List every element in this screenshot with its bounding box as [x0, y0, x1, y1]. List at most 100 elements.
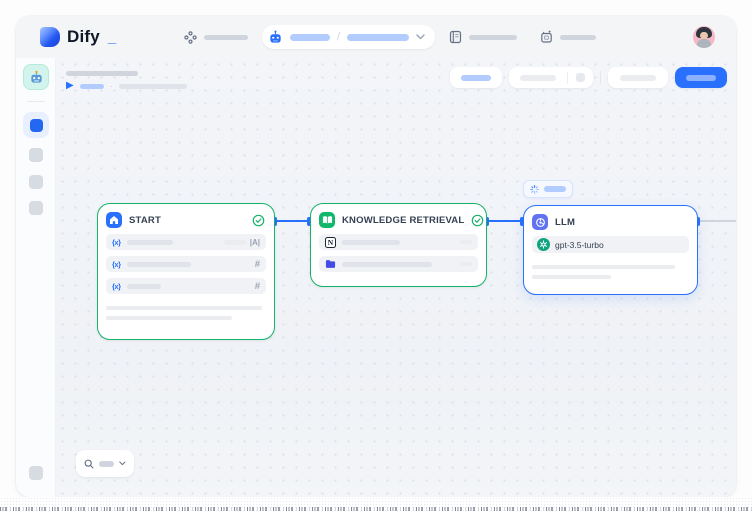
variable-name-placeholder [127, 262, 191, 267]
app-bot-icon [268, 30, 283, 45]
start-variable-row-1[interactable]: {x} |A| [106, 234, 266, 250]
chevron-down-icon[interactable] [416, 34, 425, 40]
source-name-placeholder [342, 262, 432, 267]
knowledge-node-header: KNOWLEDGE RETRIEVAL [311, 204, 486, 234]
llm-icon [532, 214, 548, 230]
run-history-button[interactable] [608, 67, 668, 88]
left-sidebar [16, 58, 56, 497]
zoom-control[interactable] [76, 450, 134, 477]
edge-llm-outgoing[interactable] [699, 220, 736, 222]
source-meta-placeholder [460, 240, 472, 244]
run-info-placeholder [119, 84, 187, 89]
history-label-placeholder [620, 75, 656, 81]
number-type-icon: # [255, 259, 260, 270]
sidebar-item-4[interactable] [29, 201, 43, 215]
llm-model-row[interactable]: gpt-3.5-turbo [532, 236, 689, 253]
avatar-body [697, 39, 711, 48]
app-name-placeholder [347, 34, 409, 41]
llm-model-name: gpt-3.5-turbo [555, 240, 604, 250]
llm-node-title: LLM [555, 217, 575, 228]
preview-split-button[interactable] [509, 67, 593, 88]
start-variable-row-2[interactable]: {x} # [106, 256, 266, 272]
start-check-icon [252, 214, 265, 227]
string-type-icon: |A| [250, 238, 260, 247]
avatar-face [700, 32, 708, 39]
node-start[interactable]: START {x} |A| {x} # [97, 203, 275, 340]
description-line-placeholder [532, 265, 675, 269]
knowledge-source-row-notion[interactable]: N [319, 234, 478, 250]
number-type-icon: # [255, 281, 260, 292]
publish-label-placeholder [686, 75, 716, 81]
workspace-name-placeholder [290, 34, 330, 41]
preview-more-button[interactable] [568, 67, 593, 88]
running-label-placeholder [544, 186, 566, 192]
features-label-placeholder [461, 75, 491, 81]
book-icon [319, 212, 335, 228]
nav-explore[interactable] [184, 31, 248, 44]
edge-knowledge-to-llm[interactable] [487, 220, 522, 222]
app-window: Dify _ / [16, 16, 736, 497]
tiny-text-noise [0, 507, 752, 511]
node-llm[interactable]: LLM gpt-3.5-turbo [523, 205, 698, 295]
knowledge-node-title: KNOWLEDGE RETRIEVAL [342, 215, 464, 226]
dify-logo[interactable]: Dify _ [40, 27, 116, 47]
start-node-header: START [98, 204, 274, 234]
toolbar-divider [600, 71, 601, 84]
publish-button[interactable] [675, 67, 727, 88]
workspace-breadcrumb-pill[interactable]: / [262, 25, 435, 49]
zoom-search-icon [84, 458, 94, 470]
breadcrumb-separator: / [337, 31, 340, 43]
variable-icon: {x} [112, 260, 121, 269]
bottom-noise-strip [0, 497, 752, 512]
top-header: Dify _ / [16, 16, 736, 58]
openai-icon [537, 238, 550, 251]
node-knowledge-retrieval[interactable]: KNOWLEDGE RETRIEVAL N [310, 203, 487, 287]
source-meta-placeholder [460, 262, 472, 266]
preview-button[interactable] [509, 67, 567, 88]
variable-icon: {x} [112, 238, 121, 247]
variable-type: |A| [224, 238, 260, 247]
dify-logo-cursor: _ [108, 29, 116, 46]
sidebar-item-2[interactable] [29, 148, 43, 162]
preview-label-placeholder [520, 75, 556, 81]
variable-name-placeholder [127, 240, 173, 245]
llm-description [524, 261, 697, 279]
edge-start-to-knowledge[interactable] [275, 220, 310, 222]
canvas-toolbar [450, 67, 727, 88]
run-status-row: ▶ · [66, 81, 187, 91]
run-label-placeholder [80, 84, 104, 89]
spinner-icon [530, 184, 539, 195]
nav-tools-label-placeholder [560, 35, 596, 40]
source-name-placeholder [342, 240, 400, 245]
nav-tools[interactable] [540, 30, 596, 44]
llm-node-header: LLM [524, 206, 697, 236]
nav-explore-label-placeholder [204, 35, 248, 40]
robot-app-icon [29, 70, 44, 85]
description-line-placeholder [106, 316, 232, 320]
dify-logo-text: Dify [67, 27, 100, 47]
knowledge-source-row-folder[interactable] [319, 256, 478, 272]
notion-letter: N [328, 238, 333, 247]
zoom-chevron-icon[interactable] [119, 461, 126, 466]
plugin-box-icon [540, 30, 553, 44]
variable-icon: {x} [112, 282, 121, 291]
user-avatar[interactable] [693, 26, 715, 48]
current-app-icon[interactable] [23, 64, 49, 90]
home-icon [106, 212, 122, 228]
description-line-placeholder [532, 275, 611, 279]
features-button[interactable] [450, 67, 502, 88]
play-icon[interactable]: ▶ [66, 81, 74, 91]
sidebar-item-orchestrate-selected[interactable] [23, 112, 49, 138]
sidebar-divider [27, 101, 45, 102]
start-variable-row-3[interactable]: {x} # [106, 278, 266, 294]
nav-docs-label-placeholder [469, 35, 517, 40]
workflow-canvas[interactable]: ▶ · [56, 58, 736, 497]
sidebar-item-3[interactable] [29, 175, 43, 189]
folder-icon [325, 259, 336, 269]
nav-docs[interactable] [449, 30, 517, 44]
dify-logo-icon [40, 27, 60, 47]
status-separator-dot: · [110, 82, 113, 91]
description-line-placeholder [106, 306, 262, 310]
explore-icon [184, 31, 197, 44]
sidebar-item-settings[interactable] [29, 466, 43, 480]
